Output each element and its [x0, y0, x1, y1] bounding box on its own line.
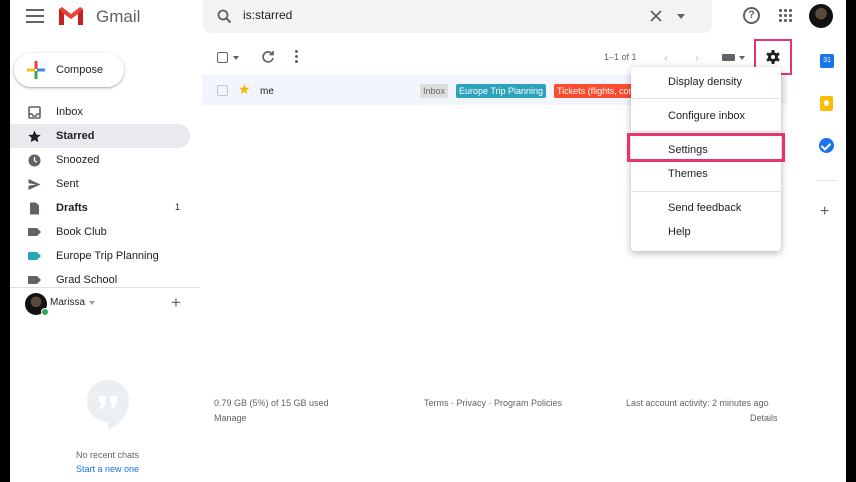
online-status-dot	[41, 308, 49, 316]
inbox-icon	[28, 106, 41, 119]
send-icon	[28, 179, 41, 190]
star-icon	[28, 130, 41, 143]
chat-user-name[interactable]: Marissa	[50, 297, 85, 308]
compose-button[interactable]: Compose	[14, 53, 124, 87]
message-sender: me	[260, 86, 274, 97]
help-icon[interactable]: ?	[743, 7, 760, 24]
menu-item-label: Help	[668, 226, 691, 238]
clock-icon	[28, 154, 41, 167]
account-activity: Last account activity: 2 minutes ago	[626, 398, 769, 408]
label-chip-inbox[interactable]: Inbox	[420, 84, 449, 98]
search-bar[interactable]	[203, 0, 712, 33]
sidebar-item-label: Europe Trip Planning	[56, 250, 159, 262]
search-icon[interactable]	[217, 9, 232, 24]
profile-avatar[interactable]	[809, 4, 833, 28]
select-all-checkbox[interactable]	[217, 52, 228, 63]
sidebar-item-label: Grad School	[56, 274, 118, 286]
keyboard-icon[interactable]	[722, 54, 735, 61]
close-icon[interactable]	[649, 9, 663, 23]
menu-item-send-feedback[interactable]: Send feedback	[631, 198, 781, 220]
settings-menu: Display density Configure inbox Settings…	[627, 67, 785, 251]
sidebar-item-grad-school[interactable]: Grad School	[10, 268, 190, 292]
gmail-logo[interactable]	[57, 5, 85, 27]
refresh-icon[interactable]	[261, 50, 275, 64]
chat-status-caret-icon[interactable]	[89, 301, 95, 305]
sidebar-nav: Inbox Starred Snoozed Sent Drafts 1 Book…	[10, 100, 190, 292]
sidebar-item-label: Inbox	[56, 106, 83, 118]
draft-icon	[30, 202, 39, 215]
menu-divider	[631, 131, 781, 132]
label-chip-europe-trip-planning[interactable]: Europe Trip Planning	[456, 84, 547, 98]
sidebar-item-drafts[interactable]: Drafts 1	[10, 196, 190, 220]
sidebar-item-book-club[interactable]: Book Club	[10, 220, 190, 244]
pagination-text: 1–1 of 1	[604, 52, 637, 62]
row-checkbox[interactable]	[217, 85, 228, 96]
more-vert-icon[interactable]	[295, 50, 298, 64]
no-chats-text: No recent chats	[75, 450, 140, 460]
label-icon	[28, 252, 41, 260]
sidebar-item-label: Starred	[56, 130, 95, 142]
sidebar-divider	[10, 287, 200, 288]
plus-icon	[27, 61, 45, 79]
menu-icon[interactable]	[26, 9, 44, 23]
menu-divider	[631, 191, 781, 192]
activity-details-link[interactable]: Details	[750, 413, 778, 423]
input-tools-caret-icon[interactable]	[739, 56, 745, 60]
add-chat-icon[interactable]: +	[171, 293, 181, 313]
sidebar-item-label: Drafts	[56, 202, 88, 214]
compose-label: Compose	[56, 64, 104, 76]
sidebar-item-inbox[interactable]: Inbox	[10, 100, 190, 124]
keep-icon[interactable]	[820, 96, 833, 111]
star-icon[interactable]: ★	[238, 81, 251, 98]
label-icon	[28, 276, 41, 284]
apps-icon[interactable]	[779, 9, 793, 23]
gmail-wordmark: Gmail	[96, 7, 141, 26]
start-chat-link[interactable]: Start a new one	[10, 464, 205, 474]
sidebar-item-europe-trip-planning[interactable]: Europe Trip Planning	[10, 244, 190, 268]
menu-item-label: Themes	[668, 168, 708, 180]
menu-item-themes[interactable]: Themes	[631, 164, 781, 186]
drafts-count: 1	[174, 202, 180, 212]
sidebar-item-label: Sent	[56, 178, 79, 190]
menu-item-label: Display density	[668, 76, 742, 88]
chevron-right-icon[interactable]: ›	[695, 51, 699, 65]
gmail-window: Gmail ? Compose Inbox	[10, 0, 846, 482]
select-options-caret-icon[interactable]	[233, 56, 239, 60]
menu-item-display-density[interactable]: Display density	[631, 72, 781, 94]
menu-item-label: Configure inbox	[668, 110, 746, 122]
chevron-left-icon[interactable]: ‹	[664, 51, 668, 65]
label-icon	[28, 228, 41, 236]
footer-policy-links[interactable]: Terms · Privacy · Program Policies	[424, 398, 562, 408]
menu-item-label: Send feedback	[668, 202, 742, 214]
sidebar-item-starred[interactable]: Starred	[10, 124, 190, 148]
gear-icon	[766, 50, 780, 64]
sidebar-item-snoozed[interactable]: Snoozed	[10, 148, 190, 172]
menu-divider	[631, 98, 781, 99]
manage-storage-link[interactable]: Manage	[214, 413, 247, 423]
tasks-icon[interactable]	[819, 138, 834, 153]
sidebar-item-sent[interactable]: Sent	[10, 172, 190, 196]
hangouts-icon	[87, 380, 129, 430]
search-options-caret-icon[interactable]	[677, 14, 685, 19]
menu-item-configure-inbox[interactable]: Configure inbox	[631, 106, 781, 128]
rail-divider	[816, 180, 836, 181]
calendar-icon[interactable]: 31	[820, 54, 834, 68]
add-addon-icon[interactable]: +	[820, 203, 829, 221]
sidebar-item-label: Book Club	[56, 226, 107, 238]
sidebar-item-label: Snoozed	[56, 154, 100, 166]
menu-item-help[interactable]: Help	[631, 222, 781, 244]
search-input[interactable]	[243, 8, 623, 22]
settings-highlight-box	[627, 133, 785, 162]
storage-usage: 0.79 GB (5%) of 15 GB used	[214, 398, 329, 408]
